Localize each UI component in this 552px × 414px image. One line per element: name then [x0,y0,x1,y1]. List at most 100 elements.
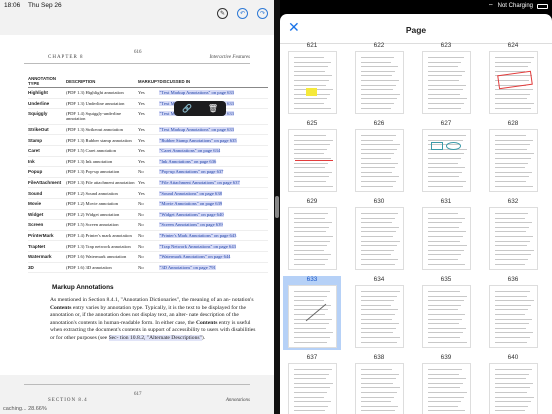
text-line [494,263,525,265]
page-thumbnail-628[interactable]: 628 [484,120,542,194]
page-thumbnail-626[interactable]: 626 [350,120,408,194]
cell-discussed-in[interactable]: "Rubber Stamp Annotations" on page 635 [159,134,268,146]
text-line [360,171,392,173]
cell-discussed-in[interactable]: "Screen Annotations" on page 639 [159,219,268,231]
trash-icon[interactable]: 🗑 [208,104,218,113]
page-header: CHAPTER 8 616 Interactive Features [48,50,250,60]
page-thumbnail-624[interactable]: 624 [484,42,542,116]
cross-reference-link[interactable]: "Text Markup Annotations" on page 633 [159,90,234,96]
text-line [427,318,462,320]
text-line [360,236,393,237]
col-description: DESCRIPTION [66,75,138,88]
page-thumbnail-623[interactable]: 623 [417,42,475,116]
cell-discussed-in[interactable]: "Widget Annotations" on page 640 [159,209,268,221]
page-thumbnail-625[interactable]: 625 [283,120,341,194]
cell-markup: Yes [138,156,160,168]
header-page-number: 616 [134,50,142,55]
cell-markup: No [138,166,160,178]
page-thumbnail-632[interactable]: 632 [484,198,542,272]
undo-icon[interactable]: ↶ [237,8,248,19]
cross-reference-link[interactable]: "Text Markup Annotations" on page 633 [159,127,234,133]
page-thumbnail-622[interactable]: 622 [350,42,408,116]
cell-discussed-in[interactable]: "Movie Annotations" on page 639 [159,198,268,210]
text-line [360,373,399,375]
cross-reference-link[interactable]: "Caret Annotations" on page 634 [159,148,221,154]
cell-annotation-type: Movie [28,198,66,210]
page-number-label: 635 [440,276,452,283]
cell-discussed-in[interactable]: "Watermark Annotations" on page 644 [159,251,268,263]
cell-discussed-in[interactable]: "Printer's Mark Annotations" on page 643 [159,230,268,242]
page-preview-image [287,129,337,192]
page-preview-image [421,285,471,348]
text-line [427,80,459,81]
markup-tool-icon[interactable]: ✎ [217,8,228,19]
text-line [494,135,526,136]
cell-discussed-in[interactable]: "3D Annotations" on page 791 [159,262,268,274]
cell-discussed-in[interactable]: "Trap Network Annotations" on page 643 [159,240,268,252]
page-thumbnail-633[interactable]: 633 [283,276,341,350]
page-thumbnail-631[interactable]: 631 [417,198,475,272]
text-line [360,57,394,58]
page-thumbnail-627[interactable]: 627 [417,120,475,194]
cross-reference-link[interactable]: "Widget Annotations" on page 640 [159,211,224,217]
cross-reference-link[interactable]: "Rubber Stamp Annotations" on page 635 [159,137,237,143]
link-icon[interactable]: 🔗 [182,104,192,113]
text-line [293,300,324,302]
cross-reference-link[interactable]: "Trap Network Annotations" on page 643 [159,243,236,249]
cross-reference-link[interactable]: "Printer's Mark Annotations" on page 643 [159,233,237,239]
cross-reference-link[interactable]: "3D Annotations" on page 791 [159,264,216,270]
cross-reference-link[interactable]: "File Attachment Annotations" on page 63… [159,180,240,186]
document-pane[interactable]: 18:06 Thu Sep 26 ✎ ↶ ↷ CHAPTER 8 616 Int… [0,0,274,414]
page-thumbnail-629[interactable]: 629 [283,198,341,272]
text-line [293,295,327,297]
page-number-label: 624 [507,42,519,49]
annotation-mark [496,70,533,90]
cross-reference-link[interactable]: "Watermark Annotations" on page 644 [159,254,231,260]
cell-discussed-in[interactable]: "Ink Annotations" on page 636 [159,156,268,168]
page-thumbnail-630[interactable]: 630 [350,198,408,272]
page-thumbnail-636[interactable]: 636 [484,276,542,350]
divider-handle[interactable] [275,196,279,218]
page-thumbnail-639[interactable]: 639 [417,354,475,414]
cell-discussed-in[interactable]: "Text Markup Annotations" on page 633 [159,124,268,136]
page-thumbnail-635[interactable]: 635 [417,276,475,350]
page-preview-image [421,207,471,270]
page-preview-image [354,51,404,114]
page-thumbnail-640[interactable]: 640 [484,354,542,414]
cell-discussed-in[interactable]: "Sound Annotations" on page 638 [159,187,268,199]
page-number-label: 633 [306,276,318,283]
table-row: 3D (PDF 1.6) 3D annotation No "3D Annotatio… [28,262,268,274]
pdf-page[interactable]: CHAPTER 8 616 Interactive Features ANNOT… [0,35,274,375]
page-thumbnail-638[interactable]: 638 [350,354,408,414]
text-line [494,387,530,389]
cross-reference-link[interactable]: "Ink Annotations" on page 636 [159,158,217,164]
text-line [427,341,467,343]
text-line [360,89,393,91]
cross-reference-link[interactable]: "Movie Annotations" on page 639 [159,201,223,207]
redo-icon[interactable]: ↷ [257,8,268,19]
page-thumbnail-621[interactable]: 621 [283,42,341,116]
cell-description: (PDF 1.3) Strikeout annotation [66,124,138,136]
text-line [293,236,333,237]
cell-discussed-in[interactable]: "Text Markup Annotations" on page 633 [159,87,268,99]
text-line [494,410,525,412]
text-line [494,300,534,302]
page-thumbnail-634[interactable]: 634 [350,276,408,350]
page-number-label: 627 [440,120,452,127]
cross-reference-link[interactable]: "Screen Annotations" on page 639 [159,222,223,228]
cell-discussed-in[interactable]: "Caret Annotations" on page 634 [159,145,268,157]
cross-reference-link[interactable]: "Pop-up Annotations" on page 637 [159,169,224,175]
highlighted-link[interactable]: Sec- tion 10.8.2, "Alternate Description… [108,334,202,341]
text-line [293,80,329,81]
cell-annotation-type: Screen [28,219,66,231]
cross-reference-link[interactable]: "Sound Annotations" on page 638 [159,190,222,196]
text-line [494,295,527,297]
text-line [360,300,394,302]
cell-discussed-in[interactable]: "Pop-up Annotations" on page 637 [159,166,268,178]
sheet-title: Page [405,25,427,35]
text-line [494,162,528,164]
page-thumbnail-637[interactable]: 637 [283,354,341,414]
cell-discussed-in[interactable]: "File Attachment Annotations" on page 63… [159,177,268,189]
close-icon[interactable]: ✕ [288,20,300,34]
page-sheet: ✕ Page 621 622 623 624 625 626 627 628 629 630 631… [280,14,552,414]
